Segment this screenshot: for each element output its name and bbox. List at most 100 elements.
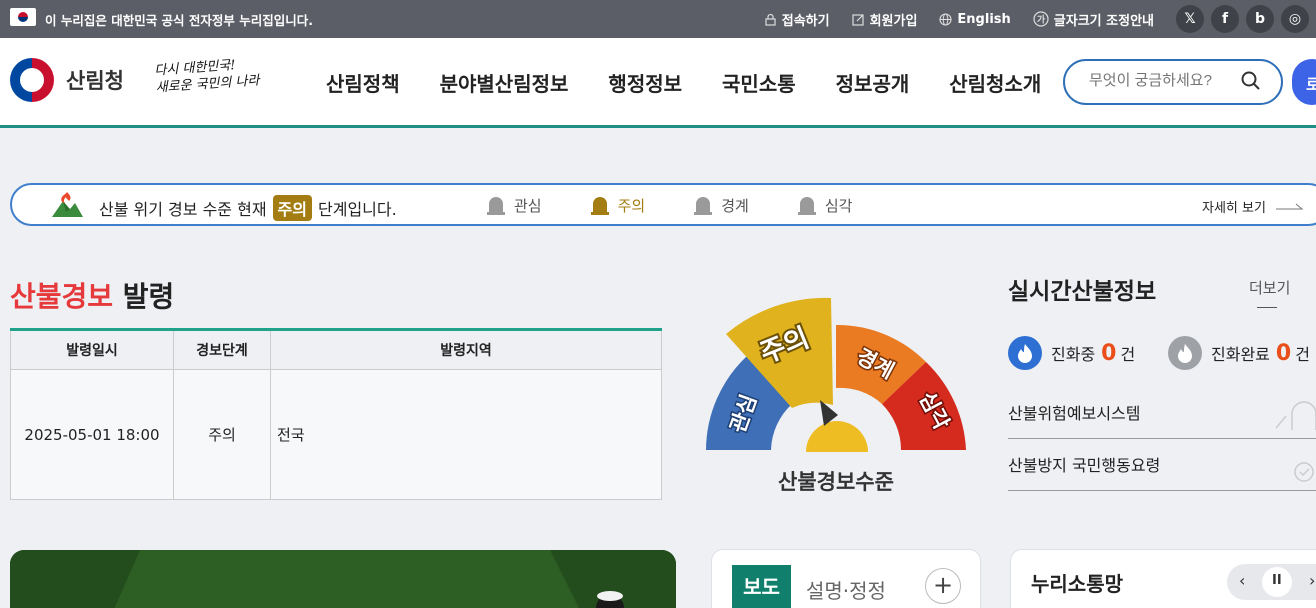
nav-forest-policy[interactable]: 산림정책	[326, 68, 400, 97]
nav-field-info[interactable]: 분야별산림정보	[440, 68, 569, 97]
siren-outline-icon	[1275, 401, 1316, 430]
edit-icon	[851, 13, 864, 26]
table-row: 2025-05-01 18:00 주의 전국	[10, 369, 662, 500]
signup-link[interactable]: 회원가입	[851, 10, 918, 29]
font-size-icon: 가	[1033, 11, 1049, 27]
realtime-more-link[interactable]: 더보기	[1249, 277, 1316, 316]
siren-icon	[797, 197, 816, 215]
warning-title-rest: 발령	[122, 280, 175, 313]
fire-icon	[1008, 336, 1042, 370]
warning-region: 전국	[270, 369, 662, 500]
gov-notice: 이 누리집은 대한민국 공식 전자정부 누리집입니다.	[45, 13, 314, 28]
social-media-card: 누리소통망 ‹ II ›	[1010, 549, 1316, 608]
pause-button[interactable]: II	[1262, 567, 1292, 597]
font-size-label: 글자크기 조정안내	[1053, 13, 1154, 29]
carousel-controls: ‹ II ›	[1227, 564, 1316, 600]
nav-communication[interactable]: 국민소통	[722, 68, 796, 97]
extinguished-label: 진화완료	[1211, 345, 1270, 364]
x-icon[interactable]: 𝕏	[1176, 5, 1204, 33]
tab-explanation[interactable]: 설명·정정	[806, 575, 886, 604]
alert-message-before: 산불 위기 경보 수준 현재	[99, 200, 267, 219]
siren-icon	[487, 197, 505, 215]
fire-alert-bar: 산불 위기 경보 수준 현재 주의 단계입니다. 관심 주의 경계 심각 자세히…	[10, 183, 1316, 226]
gauge-caption: 산불경보수준	[778, 470, 894, 494]
font-size-guide-link[interactable]: 가 글자크기 조정안내	[1033, 10, 1154, 29]
globe-icon	[939, 12, 952, 26]
lock-icon	[765, 13, 776, 26]
slogan: 다시 대한민국! 새로운 국민의 나라	[154, 55, 260, 96]
home-logo[interactable]: 산림청	[10, 58, 124, 102]
siren-icon	[694, 197, 713, 215]
alert-message: 산불 위기 경보 수준 현재 주의 단계입니다.	[99, 195, 397, 221]
site-header: 산림청 다시 대한민국! 새로운 국민의 나라 산림정책 분야별산림정보 행정정…	[0, 38, 1316, 128]
login-button[interactable]: 로	[1292, 59, 1316, 105]
extinguished-unit: 건	[1295, 345, 1310, 364]
level-label: 경계	[721, 196, 749, 215]
prevention-guide-link[interactable]: 산불방지 국민행동요령	[1008, 452, 1316, 491]
pause-icon: II	[1272, 573, 1282, 588]
level-serious: 심각	[797, 194, 853, 216]
warning-title: 산불경보 발령	[10, 275, 174, 315]
current-level-badge: 주의	[272, 195, 312, 221]
tab-press-release[interactable]: 보도	[732, 565, 791, 608]
video-banner[interactable]	[10, 550, 676, 608]
table-header-row: 발령일시 경보단계 발령지역	[10, 329, 662, 370]
taegeuk-emblem-icon	[10, 58, 54, 102]
shield-check-icon	[1294, 462, 1314, 482]
burning-unit: 건	[1120, 345, 1136, 364]
nav-admin-info[interactable]: 행정정보	[608, 68, 682, 97]
blog-icon[interactable]: b	[1246, 5, 1274, 33]
signup-label: 회원가입	[869, 13, 918, 29]
prevention-guide-label: 산불방지 국민행동요령	[1008, 456, 1161, 475]
alert-message-after: 단계입니다.	[318, 200, 397, 219]
search-box	[1063, 59, 1283, 105]
level-label: 관심	[514, 196, 542, 215]
warning-title-red: 산불경보	[10, 280, 114, 313]
alert-more-label: 자세히 보기	[1202, 201, 1266, 216]
social-media-title: 누리소통망	[1031, 572, 1123, 596]
alert-more-link[interactable]: 자세히 보기	[1202, 197, 1304, 216]
burning-stat: 진화중 0 건	[1008, 336, 1135, 370]
fire-icon	[1168, 336, 1202, 370]
next-button[interactable]: ›	[1309, 571, 1315, 590]
issued-datetime: 2025-05-01 18:00	[10, 369, 174, 500]
search-input[interactable]	[1089, 72, 1239, 89]
login-label: 접속하기	[781, 13, 830, 29]
fire-level-gauge: 관심 주의 경계 심각	[706, 297, 966, 452]
facebook-icon[interactable]: f	[1211, 5, 1239, 33]
press-more-button[interactable]: +	[925, 568, 961, 604]
level-label: 주의	[617, 196, 646, 215]
org-name: 산림청	[66, 69, 124, 93]
english-label: English	[957, 11, 1011, 27]
gov-banner: 이 누리집은 대한민국 공식 전자정부 누리집입니다. 접속하기 회원가입 En…	[0, 0, 1316, 38]
warning-level: 주의	[173, 369, 271, 500]
risk-forecast-link[interactable]: 산불위험예보시스템	[1008, 400, 1316, 439]
banner-background	[10, 550, 676, 608]
search-icon[interactable]	[1241, 71, 1261, 91]
column-header: 발령지역	[270, 329, 662, 370]
extinguished-stat: 진화완료 0 건	[1168, 336, 1310, 370]
instagram-icon[interactable]: ◎	[1281, 5, 1309, 33]
burning-count: 0	[1101, 340, 1117, 366]
warning-table: 발령일시 경보단계 발령지역 2025-05-01 18:00 주의 전국	[10, 328, 662, 500]
nav-about[interactable]: 산림청소개	[949, 68, 1041, 97]
main-nav: 산림정책 분야별산림정보 행정정보 국민소통 정보공개 산림청소개	[326, 68, 1081, 97]
level-caution: 주의	[590, 194, 646, 216]
alert-levels: 관심 주의 경계 심각	[486, 194, 900, 216]
svg-text:가: 가	[1037, 14, 1046, 26]
mountain-fire-icon	[52, 192, 83, 217]
level-label: 심각	[824, 196, 853, 215]
prev-button[interactable]: ‹	[1239, 571, 1245, 590]
column-header: 경보단계	[173, 329, 271, 370]
korea-flag-icon	[10, 8, 36, 26]
nav-disclosure[interactable]: 정보공개	[836, 68, 910, 97]
login-link[interactable]: 접속하기	[764, 10, 830, 29]
burning-label: 진화중	[1051, 345, 1096, 364]
english-link[interactable]: English	[939, 11, 1011, 27]
gauge-hub	[806, 421, 868, 452]
siren-icon	[590, 197, 609, 215]
level-interest: 관심	[486, 194, 542, 216]
risk-forecast-label: 산불위험예보시스템	[1008, 404, 1141, 423]
realtime-title: 실시간산불정보	[1008, 279, 1157, 305]
level-alert: 경계	[693, 194, 749, 216]
